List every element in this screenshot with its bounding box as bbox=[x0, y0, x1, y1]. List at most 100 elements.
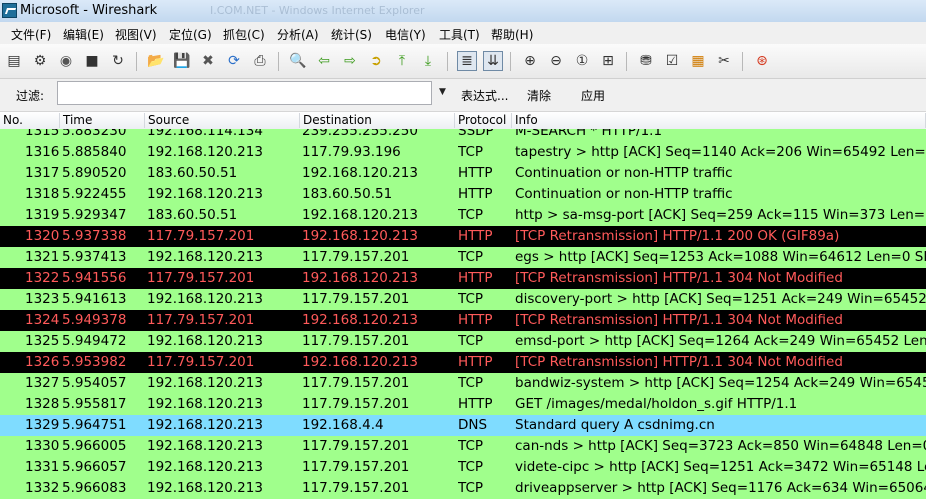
start-capture-icon[interactable]: ◉ bbox=[56, 51, 76, 71]
capture-filters-icon[interactable]: ⛃ bbox=[636, 51, 656, 71]
packet-row[interactable]: 1326 5.953982 117.79.157.201 192.168.120.21… bbox=[0, 352, 926, 373]
packet-row[interactable]: 1317 5.890520 183.60.50.51 192.168.120.213 H… bbox=[0, 163, 926, 184]
packet-info: discovery-port > http [ACK] Seq=1251 Ack… bbox=[515, 291, 926, 307]
packet-row[interactable]: 1316 5.885840 192.168.120.213 117.79.93.196… bbox=[0, 142, 926, 163]
toolbar-separator bbox=[447, 52, 448, 71]
go-last-icon[interactable]: ⤓ bbox=[418, 51, 438, 71]
menu-item-4[interactable]: 抓包(C) bbox=[220, 25, 268, 44]
menu-item-6[interactable]: 统计(S) bbox=[328, 25, 375, 44]
go-forward-icon[interactable]: ⇨ bbox=[340, 51, 360, 71]
print-icon[interactable]: ⎙ bbox=[250, 51, 270, 71]
packet-time: 5.953982 bbox=[62, 354, 127, 370]
zoom-out-icon[interactable]: ⊖ bbox=[546, 51, 566, 71]
menu-item-2[interactable]: 视图(V) bbox=[112, 25, 160, 44]
packet-row[interactable]: 1320 5.937338 117.79.157.201 192.168.120.21… bbox=[0, 226, 926, 247]
packet-row[interactable]: 1321 5.937413 192.168.120.213 117.79.157.20… bbox=[0, 247, 926, 268]
colorize-icon[interactable]: ≣ bbox=[457, 51, 477, 71]
packet-info: emsd-port > http [ACK] Seq=1264 Ack=249 … bbox=[515, 333, 926, 349]
menu-item-5[interactable]: 分析(A) bbox=[274, 25, 322, 44]
toolbar-separator bbox=[742, 52, 743, 71]
packet-list[interactable]: 1315 5.883230 192.168.114.134 239.255.255.2… bbox=[0, 129, 926, 500]
main-toolbar: ▤ ⚙ ◉ ■ ↻ 📂 💾 ✖ ⟳ ⎙ 🔍 ⇦ ⇨ ➲ ⤒ ⤓ ≣ ⇊ ⊕ ⊖ ① ⊞ ⛃ ☑ ▦ ✂ ⊛ bbox=[0, 44, 926, 79]
packet-row[interactable]: 1327 5.954057 192.168.120.213 117.79.157.20… bbox=[0, 373, 926, 394]
zoom-in-icon[interactable]: ⊕ bbox=[520, 51, 540, 71]
column-header-protocol[interactable]: Protocol bbox=[455, 113, 512, 128]
packet-row[interactable]: 1328 5.955817 192.168.120.213 117.79.157.20… bbox=[0, 394, 926, 415]
packet-no: 1324 bbox=[25, 312, 60, 328]
menu-item-9[interactable]: 帮助(H) bbox=[488, 25, 536, 44]
menu-item-1[interactable]: 编辑(E) bbox=[60, 25, 107, 44]
packet-row[interactable]: 1318 5.922455 192.168.120.213 183.60.50.51 H… bbox=[0, 184, 926, 205]
resize-columns-icon[interactable]: ⊞ bbox=[598, 51, 618, 71]
packet-row[interactable]: 1329 5.964751 192.168.120.213 192.168.4.4 DN… bbox=[0, 415, 926, 436]
packet-protocol: TCP bbox=[458, 459, 484, 475]
stop-capture-icon[interactable]: ■ bbox=[82, 51, 102, 71]
packet-row[interactable]: 1322 5.941556 117.79.157.201 192.168.120.21… bbox=[0, 268, 926, 289]
reload-icon[interactable]: ⟳ bbox=[224, 51, 244, 71]
filter-history-dropdown-icon[interactable]: ▼ bbox=[439, 87, 446, 97]
menu-item-8[interactable]: 工具(T) bbox=[436, 25, 483, 44]
go-to-packet-icon[interactable]: ➲ bbox=[366, 51, 386, 71]
menu-item-7[interactable]: 电信(Y) bbox=[382, 25, 429, 44]
packet-protocol: SSDP bbox=[458, 129, 494, 139]
interface-list-icon[interactable]: ▤ bbox=[4, 51, 24, 71]
column-header-destination[interactable]: Destination bbox=[300, 113, 455, 128]
normal-size-icon[interactable]: ① bbox=[572, 51, 592, 71]
packet-destination: 239.255.255.250 bbox=[302, 129, 418, 139]
close-file-icon[interactable]: ✖ bbox=[198, 51, 218, 71]
filter-input[interactable] bbox=[57, 81, 432, 105]
preferences-icon[interactable]: ✂ bbox=[714, 51, 734, 71]
packet-row[interactable]: 1325 5.949472 192.168.120.213 117.79.157.20… bbox=[0, 331, 926, 352]
packet-info: GET /images/medal/holdon_s.gif HTTP/1.1 bbox=[515, 396, 798, 412]
packet-row[interactable]: 1331 5.966057 192.168.120.213 117.79.157.20… bbox=[0, 457, 926, 478]
help-icon[interactable]: ⊛ bbox=[752, 51, 772, 71]
packet-destination: 192.168.120.213 bbox=[302, 228, 418, 244]
packet-row[interactable]: 1319 5.929347 183.60.50.51 192.168.120.213 T… bbox=[0, 205, 926, 226]
packet-info: videte-cipc > http [ACK] Seq=1251 Ack=34… bbox=[515, 459, 926, 475]
go-back-icon[interactable]: ⇦ bbox=[314, 51, 334, 71]
packet-row[interactable]: 1332 5.966083 192.168.120.213 117.79.157.20… bbox=[0, 478, 926, 499]
packet-source: 117.79.157.201 bbox=[147, 312, 255, 328]
packet-info: Continuation or non-HTTP traffic bbox=[515, 186, 733, 202]
restart-capture-icon[interactable]: ↻ bbox=[108, 51, 128, 71]
packet-source: 192.168.120.213 bbox=[147, 291, 263, 307]
column-header-info[interactable]: Info bbox=[512, 113, 926, 128]
filter-toolbar: 过滤: ▼ 表达式... 清除 应用 bbox=[0, 79, 926, 112]
capture-options-icon[interactable]: ⚙ bbox=[30, 51, 50, 71]
toolbar-separator bbox=[510, 52, 511, 71]
find-packet-icon[interactable]: 🔍 bbox=[288, 51, 308, 71]
packet-protocol: HTTP bbox=[458, 270, 493, 286]
packet-row[interactable]: 1330 5.966005 192.168.120.213 117.79.157.20… bbox=[0, 436, 926, 457]
column-header-source[interactable]: Source bbox=[145, 113, 300, 128]
menu-item-0[interactable]: 文件(F) bbox=[8, 25, 54, 44]
menu-item-3[interactable]: 定位(G) bbox=[166, 25, 215, 44]
title-bar: Microsoft - Wireshark I.COM.NET - Window… bbox=[0, 0, 926, 23]
go-first-icon[interactable]: ⤒ bbox=[392, 51, 412, 71]
coloring-rules-icon[interactable]: ▦ bbox=[688, 51, 708, 71]
expression-button[interactable]: 表达式... bbox=[461, 87, 508, 104]
packet-no: 1319 bbox=[25, 207, 60, 223]
packet-protocol: TCP bbox=[458, 480, 484, 496]
packet-time: 5.941613 bbox=[62, 291, 127, 307]
packet-row[interactable]: 1315 5.883230 192.168.114.134 239.255.255.2… bbox=[0, 129, 926, 142]
clear-button[interactable]: 清除 bbox=[527, 87, 551, 104]
packet-row[interactable]: 1324 5.949378 117.79.157.201 192.168.120.21… bbox=[0, 310, 926, 331]
open-file-icon[interactable]: 📂 bbox=[146, 51, 166, 71]
column-header-time[interactable]: Time bbox=[60, 113, 145, 128]
packet-time: 5.937413 bbox=[62, 249, 127, 265]
packet-no: 1330 bbox=[25, 438, 60, 454]
packet-destination: 192.168.4.4 bbox=[302, 417, 384, 433]
packet-time: 5.937338 bbox=[62, 228, 127, 244]
packet-row[interactable]: 1323 5.941613 192.168.120.213 117.79.157.20… bbox=[0, 289, 926, 310]
display-filters-icon[interactable]: ☑ bbox=[662, 51, 682, 71]
packet-no: 1331 bbox=[25, 459, 60, 475]
save-file-icon[interactable]: 💾 bbox=[172, 51, 192, 71]
packet-no: 1322 bbox=[25, 270, 60, 286]
packet-protocol: HTTP bbox=[458, 354, 493, 370]
apply-button[interactable]: 应用 bbox=[581, 87, 605, 104]
auto-scroll-icon[interactable]: ⇊ bbox=[483, 51, 503, 71]
packet-info: egs > http [ACK] Seq=1253 Ack=1088 Win=6… bbox=[515, 249, 926, 265]
packet-protocol: HTTP bbox=[458, 396, 493, 412]
column-header-no[interactable]: No. bbox=[0, 113, 60, 128]
packet-source: 192.168.120.213 bbox=[147, 375, 263, 391]
